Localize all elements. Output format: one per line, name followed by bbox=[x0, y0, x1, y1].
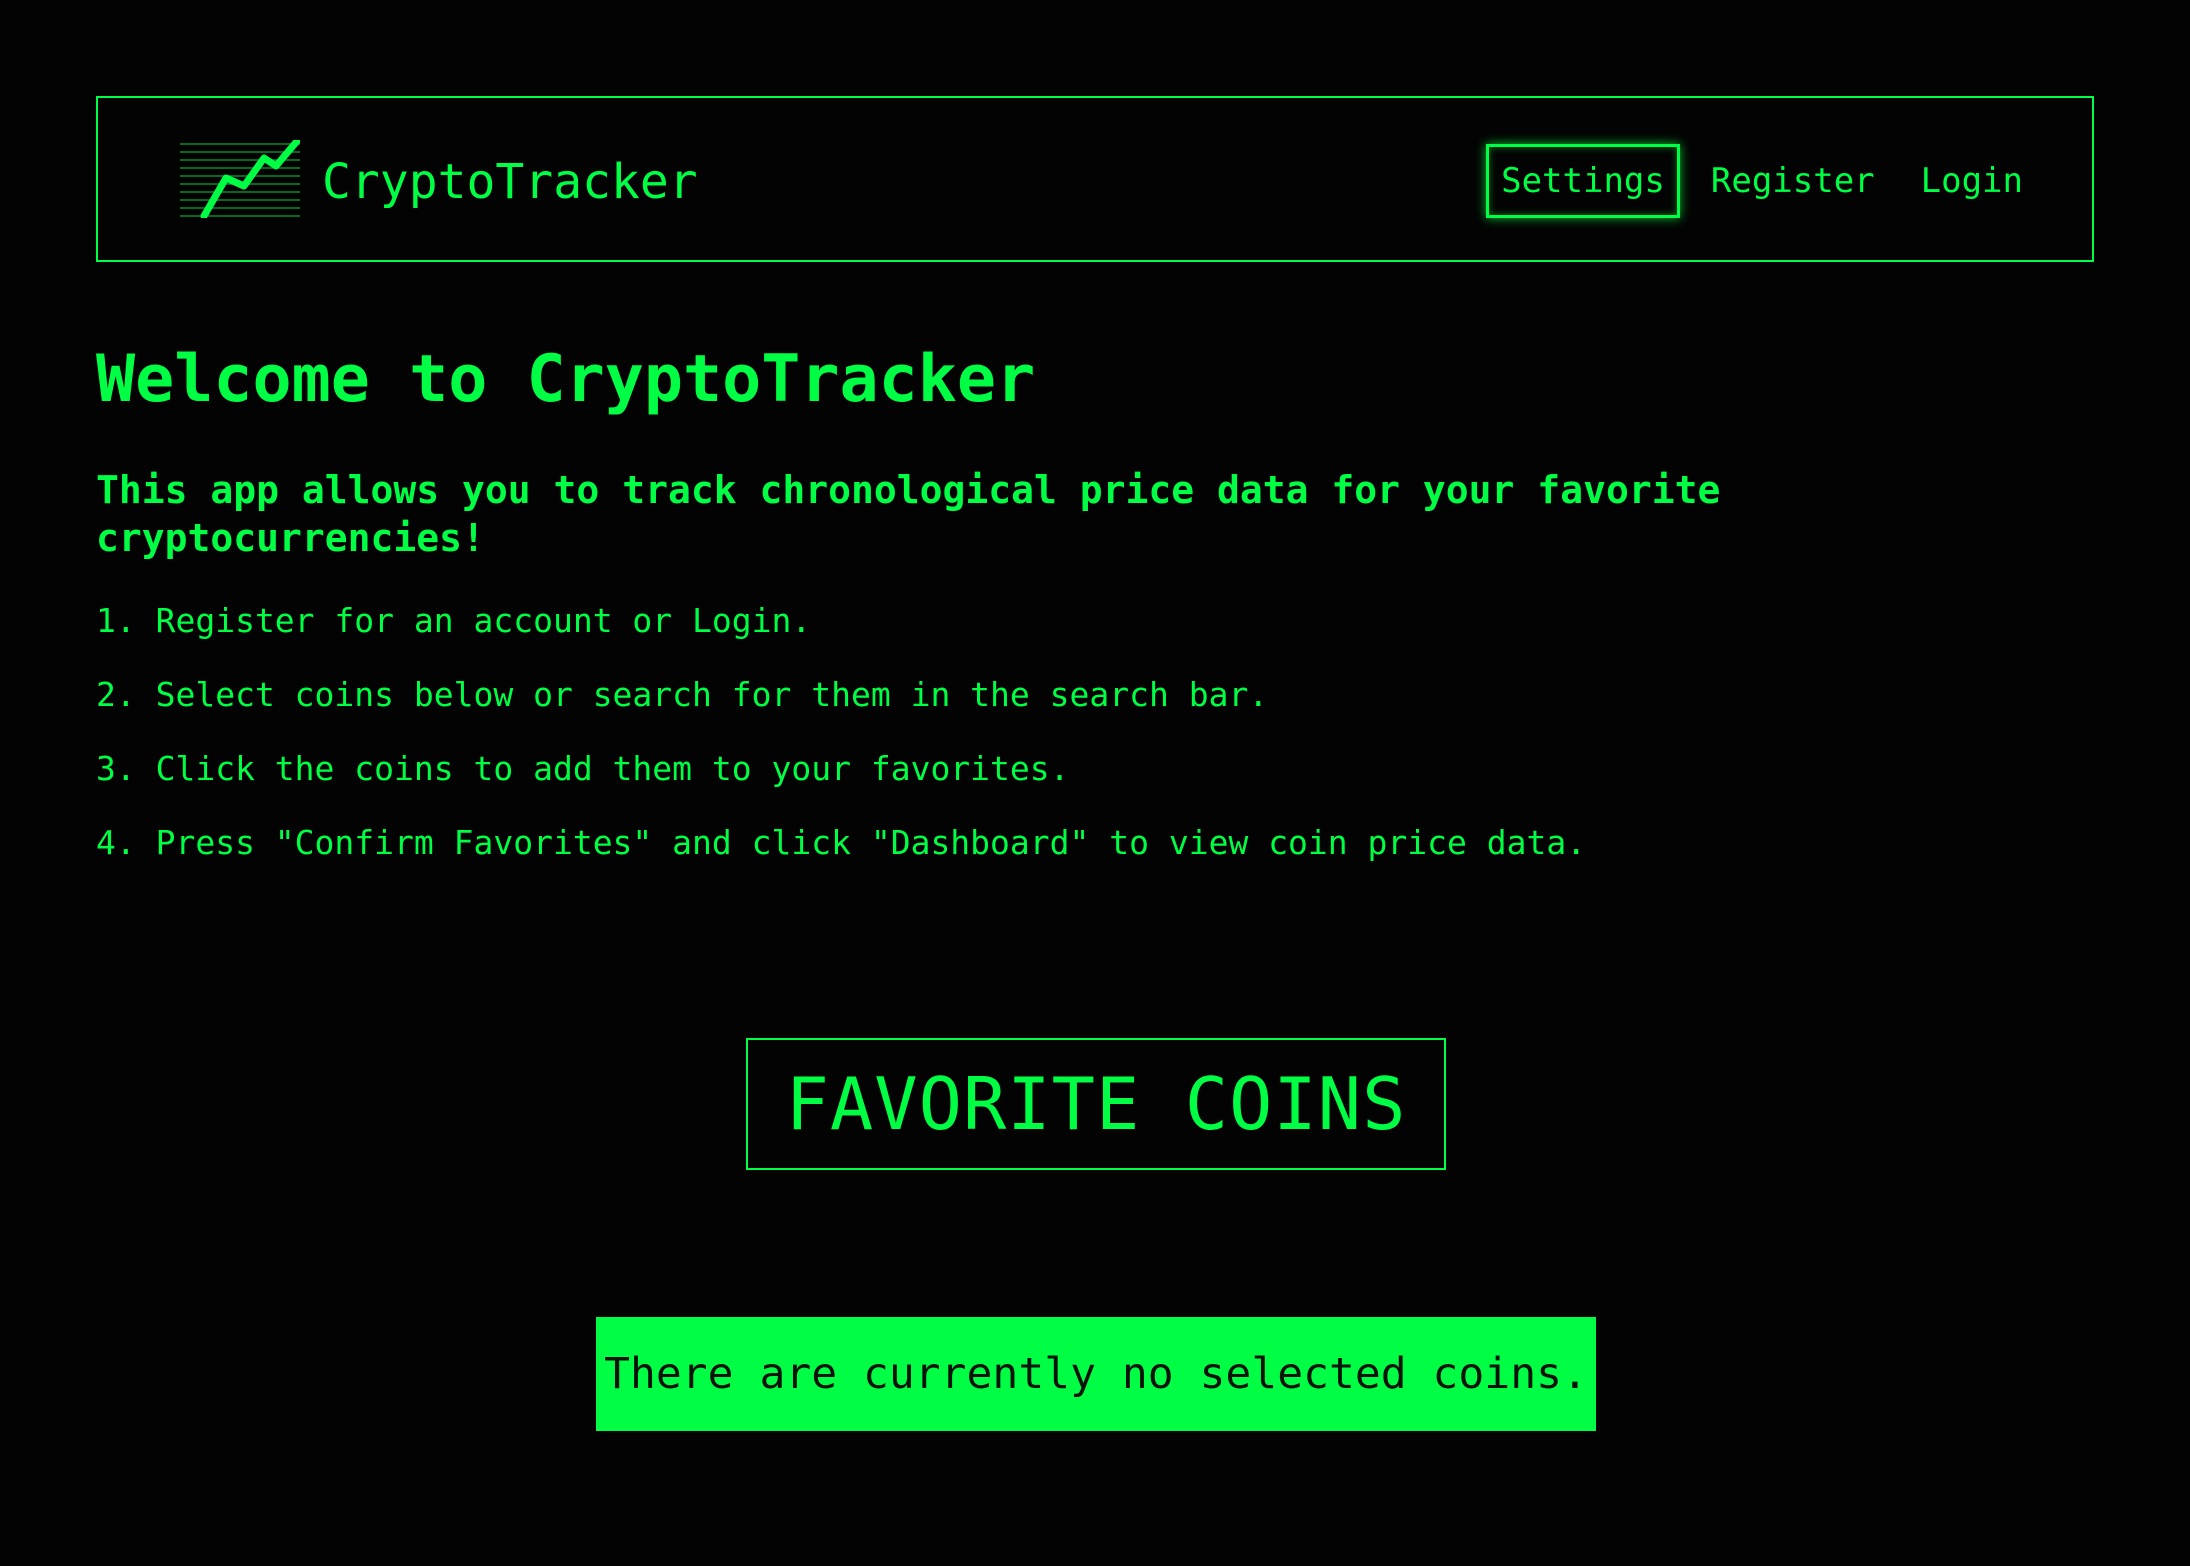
brand-name[interactable]: CryptoTracker bbox=[322, 154, 698, 210]
instructions-list: 1. Register for an account or Login. 2. … bbox=[96, 598, 1586, 894]
favorite-coins-heading: FAVORITE COINS bbox=[746, 1038, 1446, 1170]
nav-links: Settings Register Login bbox=[1470, 144, 2038, 218]
instruction-step: 4. Press "Confirm Favorites" and click "… bbox=[96, 823, 1587, 862]
instruction-step: 2. Select coins below or search for them… bbox=[96, 675, 1269, 714]
nav-link-register[interactable]: Register bbox=[1696, 144, 1890, 218]
instruction-step: 1. Register for an account or Login. bbox=[96, 601, 812, 640]
instruction-step: 3. Click the coins to add them to your f… bbox=[96, 749, 1070, 788]
rising-chart-icon[interactable] bbox=[180, 136, 302, 220]
navbar: CryptoTracker Settings Register Login bbox=[96, 96, 2094, 262]
page-title: Welcome to CryptoTracker bbox=[96, 342, 1036, 417]
nav-link-login[interactable]: Login bbox=[1906, 144, 2038, 218]
empty-favorites-message: There are currently no selected coins. bbox=[596, 1317, 1596, 1431]
nav-link-settings[interactable]: Settings bbox=[1486, 144, 1680, 218]
intro-text: This app allows you to track chronologic… bbox=[96, 468, 1721, 560]
